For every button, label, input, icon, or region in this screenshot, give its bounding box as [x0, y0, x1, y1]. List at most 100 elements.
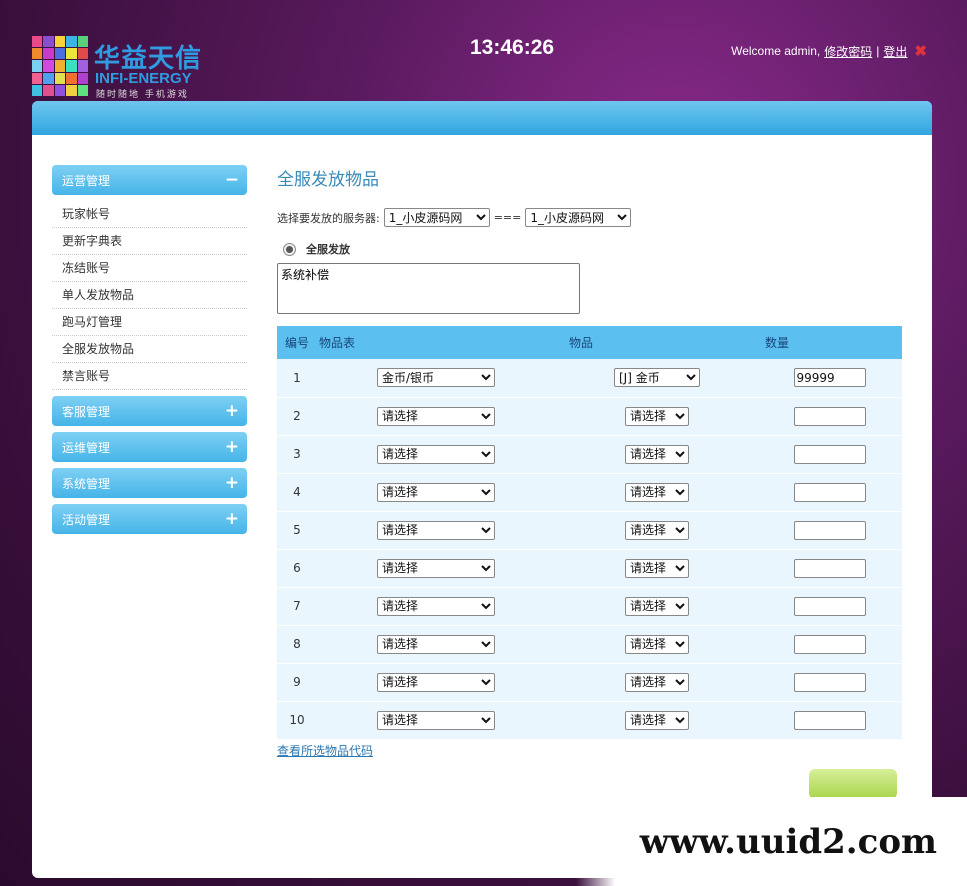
logo-subtitle: 随时随地 手机游戏	[96, 90, 189, 100]
quantity-input[interactable]	[793, 710, 866, 730]
server-to-select[interactable]: 1_小皮源码网	[525, 208, 632, 227]
item-table-select[interactable]: 请选择	[377, 520, 495, 540]
row-number: 9	[293, 675, 301, 689]
item-select[interactable]: 请选择	[625, 406, 689, 426]
table-row: 6 请选择 请选择	[277, 549, 902, 587]
sidebar-group-ops[interactable]: 运维管理 +	[52, 432, 247, 462]
sidebar-item-freeze-account[interactable]: 冻结账号	[52, 255, 247, 282]
issue-mode: 全服发放	[277, 241, 905, 257]
quantity-input[interactable]	[793, 444, 866, 464]
row-number: 10	[289, 713, 305, 727]
change-password-link[interactable]: 修改密码	[824, 43, 872, 60]
sidebar-item-player-account[interactable]: 玩家帐号	[52, 201, 247, 228]
item-select[interactable]: 请选择	[625, 672, 689, 692]
submit-button[interactable]	[809, 769, 897, 799]
item-table-select[interactable]: 请选择	[377, 634, 495, 654]
table-row: 2 请选择 请选择	[277, 397, 902, 435]
message-textarea[interactable]: 系统补偿	[277, 263, 580, 314]
quantity-input[interactable]	[793, 558, 866, 578]
clock: 13:46:26	[470, 36, 555, 59]
expand-icon: +	[224, 401, 239, 421]
all-server-radio[interactable]	[283, 242, 296, 256]
sidebar-group-system[interactable]: 系统管理 +	[52, 468, 247, 498]
item-select[interactable]: 请选择	[625, 444, 689, 464]
row-number: 5	[293, 523, 301, 537]
item-table-select[interactable]: 请选择	[377, 596, 495, 616]
item-table-select[interactable]: 请选择	[377, 406, 495, 426]
row-number: 1	[293, 370, 301, 385]
item-select[interactable]: 请选择	[625, 520, 689, 540]
user-bar: Welcome admin, 修改密码 | 登出 ✖	[731, 42, 927, 60]
quantity-input[interactable]	[793, 634, 866, 654]
table-header-row: 编号 物品表 物品 数量	[277, 326, 902, 359]
welcome-text: Welcome admin,	[731, 44, 821, 58]
table-row: 4 请选择 请选择	[277, 473, 902, 511]
expand-icon: +	[224, 509, 239, 529]
col-header-item: 物品	[569, 336, 594, 350]
item-select[interactable]: [J] 金币	[614, 368, 700, 388]
item-select[interactable]: 请选择	[625, 710, 689, 730]
logo-en-text: INFI-ENERGY	[95, 70, 192, 87]
sidebar-item-single-issue[interactable]: 单人发放物品	[52, 282, 247, 309]
sidebar-item-mute-account[interactable]: 禁言账号	[52, 363, 247, 390]
sidebar-group-label: 客服管理	[62, 404, 111, 419]
server-from-select[interactable]: 1_小皮源码网	[383, 208, 490, 227]
server-label: 选择要发放的服务器:	[277, 211, 380, 225]
item-table-select[interactable]: 请选择	[377, 482, 495, 502]
item-select[interactable]: 请选择	[625, 482, 689, 502]
sidebar-group-events[interactable]: 活动管理 +	[52, 504, 247, 534]
content: 全服发放物品 选择要发放的服务器: 1_小皮源码网 === 1_小皮源码网 全服…	[277, 165, 905, 759]
all-server-radio-label: 全服发放	[306, 243, 350, 256]
table-row: 3 请选择 请选择	[277, 435, 902, 473]
main-panel: 运营管理 − 玩家帐号 更新字典表 冻结账号 单人发放物品 跑马灯管理 全服发放…	[32, 101, 932, 878]
view-item-codes-link[interactable]: 查看所选物品代码	[277, 742, 373, 759]
close-icon[interactable]: ✖	[914, 42, 927, 60]
sidebar-item-marquee[interactable]: 跑马灯管理	[52, 309, 247, 336]
table-row: 1 金币/银币 [J] 金币	[277, 359, 902, 397]
row-number: 7	[293, 599, 301, 613]
page-title: 全服发放物品	[277, 170, 379, 190]
row-number: 2	[293, 409, 301, 423]
item-select[interactable]: 请选择	[625, 634, 689, 654]
sidebar-list: 玩家帐号 更新字典表 冻结账号 单人发放物品 跑马灯管理 全服发放物品 禁言账号	[52, 201, 247, 390]
col-header-qty: 数量	[765, 336, 790, 350]
item-table-select[interactable]: 请选择	[377, 710, 495, 730]
watermark: www.uuid2.com	[576, 797, 967, 886]
logout-link[interactable]: 登出	[883, 43, 907, 60]
col-header-table: 物品表	[319, 336, 356, 350]
quantity-input[interactable]	[793, 482, 866, 502]
separator: |	[876, 44, 880, 58]
table-row: 7 请选择 请选择	[277, 587, 902, 625]
row-number: 4	[293, 485, 301, 499]
sidebar-group-operations[interactable]: 运营管理 −	[52, 165, 247, 195]
row-number: 8	[293, 637, 301, 651]
sidebar-group-label: 系统管理	[62, 476, 111, 491]
item-select[interactable]: 请选择	[625, 596, 689, 616]
item-table-select[interactable]: 请选择	[377, 444, 495, 464]
quantity-input[interactable]	[793, 672, 866, 692]
col-header-no: 编号	[285, 336, 310, 350]
item-select[interactable]: 请选择	[625, 558, 689, 578]
collapse-icon: −	[224, 170, 239, 190]
quantity-input[interactable]	[793, 520, 866, 540]
item-table-select[interactable]: 请选择	[377, 558, 495, 578]
server-separator: ===	[493, 211, 522, 224]
row-number: 6	[293, 561, 301, 575]
logo: 华益天信 INFI-ENERGY 随时随地 手机游戏	[32, 36, 212, 100]
panel-header-bar	[32, 101, 932, 135]
sidebar-item-server-issue[interactable]: 全服发放物品	[52, 336, 247, 363]
quantity-input[interactable]	[793, 596, 866, 616]
table-row: 5 请选择 请选择	[277, 511, 902, 549]
quantity-input[interactable]	[793, 406, 866, 426]
server-selector: 选择要发放的服务器: 1_小皮源码网 === 1_小皮源码网	[277, 208, 905, 227]
expand-icon: +	[224, 473, 239, 493]
sidebar-group-support[interactable]: 客服管理 +	[52, 396, 247, 426]
sidebar-item-update-dictionary[interactable]: 更新字典表	[52, 228, 247, 255]
item-table-select[interactable]: 请选择	[377, 672, 495, 692]
item-table-select[interactable]: 金币/银币	[377, 368, 495, 388]
items-table: 编号 物品表 物品 数量 1金币/银币[J] 金币2请选择请选择3请选择请选择4…	[277, 326, 902, 740]
sidebar-group-label: 运营管理	[62, 173, 111, 188]
sidebar: 运营管理 − 玩家帐号 更新字典表 冻结账号 单人发放物品 跑马灯管理 全服发放…	[52, 165, 247, 540]
quantity-input[interactable]	[793, 368, 866, 388]
logo-mosaic-icon	[32, 36, 88, 96]
